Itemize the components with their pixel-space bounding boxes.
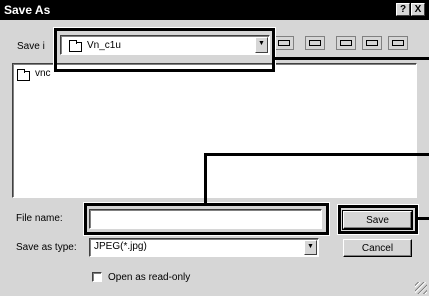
file-item-name: vnc (35, 68, 51, 79)
callout-line-save-button (418, 217, 429, 220)
dialog-title: Save As (4, 3, 51, 17)
details-view-icon[interactable] (388, 36, 408, 50)
callout-box-file-name (83, 202, 330, 236)
save-in-label: Save i (17, 41, 45, 52)
list-view-icon[interactable] (362, 36, 382, 50)
title-bar[interactable]: Save As ? X (0, 0, 429, 20)
read-only-checkbox[interactable] (92, 272, 102, 282)
read-only-label[interactable]: Open as read-only (108, 272, 190, 283)
desktop-icon[interactable] (336, 36, 356, 50)
cancel-button-label: Cancel (361, 243, 394, 254)
file-list[interactable]: vnc (12, 63, 417, 198)
file-name-label: File name: (16, 213, 63, 224)
save-as-type-dropdown[interactable]: JPEG(*.jpg) ▼ (89, 238, 319, 257)
callout-box-save-button (337, 204, 419, 235)
resize-grip-icon[interactable] (415, 282, 427, 294)
save-as-dialog: Save As ? X Save i Vn_c1u ▼ vnc File nam… (0, 0, 429, 296)
callout-line-file-name-vertical (204, 153, 207, 204)
chevron-down-icon[interactable]: ▼ (304, 240, 317, 255)
up-one-level-icon[interactable] (274, 36, 294, 50)
folder-icon (17, 69, 30, 81)
save-as-type-value: JPEG(*.jpg) (94, 241, 147, 252)
callout-line-file-name-horizontal (204, 153, 429, 156)
close-button[interactable]: X (411, 3, 425, 16)
cancel-button[interactable]: Cancel (343, 239, 412, 257)
help-button[interactable]: ? (396, 3, 410, 16)
callout-box-save-in (53, 27, 276, 73)
save-as-type-label: Save as type: (16, 242, 77, 253)
new-folder-icon[interactable] (305, 36, 325, 50)
callout-line-save-in (275, 57, 429, 60)
